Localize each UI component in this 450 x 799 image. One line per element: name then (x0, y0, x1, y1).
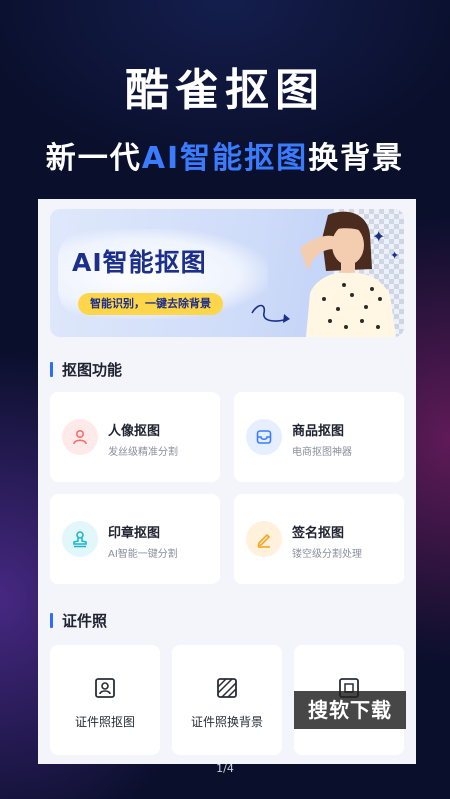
banner-title: AI智能抠图 (72, 248, 207, 277)
hero-banner[interactable]: AI智能抠图 智能识别，一键去除背景 ✦ ✦ (50, 209, 404, 337)
page-indicator: 1/4 (216, 762, 234, 775)
feature-signature-cutout[interactable]: 签名抠图 镂空级分割处理 (234, 494, 404, 584)
id-card-title: 证件照抠图 (74, 715, 135, 729)
banner-tagline: 智能识别，一键去除背景 (78, 293, 223, 315)
stamp-icon (62, 521, 98, 557)
box-icon (246, 419, 282, 455)
feature-product-cutout[interactable]: 商品抠图 电商抠图神器 (234, 392, 404, 482)
sparkle-small-icon: ✦ (390, 249, 400, 262)
feature-title: 商品抠图 (292, 424, 345, 439)
id-photo-background-card[interactable]: 证件照换背景 (172, 645, 282, 755)
pen-icon (246, 521, 282, 557)
promo-title: 酷雀抠图 (125, 65, 325, 116)
id-photo-icon (95, 678, 115, 698)
app-screen: AI智能抠图 智能识别，一键去除背景 ✦ ✦ 抠图功能 人像抠图 发丝级精准分割… (38, 199, 416, 764)
feature-desc: 发丝级精准分割 (108, 447, 178, 458)
subtitle-part1: 新一代 (45, 141, 142, 176)
person-icon (62, 419, 98, 455)
watermark-label: 搜软下载 (294, 691, 406, 729)
section-accent-bar (50, 362, 53, 377)
id-photo-cutout-card[interactable]: 证件照抠图 (50, 645, 160, 755)
feature-desc: AI智能一键分割 (108, 549, 178, 560)
section-accent-bar (50, 613, 53, 628)
feature-title: 签名抠图 (292, 526, 345, 541)
feature-desc: 电商抠图神器 (292, 447, 352, 458)
section-id-title: 证件照 (62, 612, 108, 630)
section-cutout-title: 抠图功能 (62, 361, 123, 379)
subtitle-part2: 换背景 (308, 141, 405, 176)
sparkle-icon: ✦ (372, 227, 386, 246)
feature-title: 人像抠图 (108, 424, 161, 439)
section-cutout-header: 抠图功能 (50, 359, 122, 380)
woman-photo (300, 211, 396, 337)
section-id-header: 证件照 (50, 610, 107, 631)
feature-portrait-cutout[interactable]: 人像抠图 发丝级精准分割 (50, 392, 220, 482)
id-card-title: 证件照换背景 (190, 715, 263, 729)
feature-title: 印章抠图 (108, 526, 161, 541)
promo-subtitle: 新一代AI智能抠图换背景 (0, 133, 450, 177)
subtitle-accent: AI智能抠图 (141, 141, 309, 176)
feature-desc: 镂空级分割处理 (292, 549, 362, 560)
background-swap-icon (217, 678, 237, 698)
feature-stamp-cutout[interactable]: 印章抠图 AI智能一键分割 (50, 494, 220, 584)
